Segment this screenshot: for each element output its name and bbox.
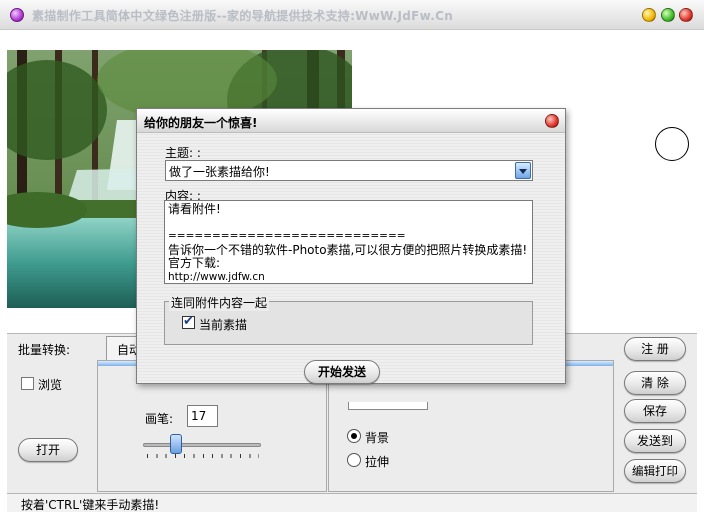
current-sketch-checkbox[interactable] — [182, 314, 195, 329]
send-to-button[interactable]: 发送到 — [624, 429, 686, 453]
content-line — [168, 217, 529, 231]
content-line: 告诉你一个不错的软件-Photo素描,可以很方便的把照片转换成素描! — [168, 242, 528, 257]
mode-dropdown[interactable] — [348, 402, 428, 410]
content-line: 官方下载: — [168, 256, 221, 270]
attachment-group-label: 连同附件内容一起 — [169, 294, 270, 311]
subject-select[interactable]: 做了一张素描给你! — [165, 160, 533, 181]
window-titlebar: 素描制作工具简体中文绿色注册版--家的导航提供技术支持:WwW.JdFw.Cn — [0, 0, 704, 30]
panel-header-strip — [566, 361, 613, 366]
save-button[interactable]: 保存 — [624, 399, 686, 423]
content-line: 请看附件! — [168, 202, 221, 216]
content-line: =========================== — [168, 230, 406, 242]
status-bar: 按着'CTRL'键来手动素描! — [7, 493, 697, 512]
open-button[interactable]: 打开 — [18, 438, 78, 462]
minimize-button[interactable] — [642, 8, 656, 22]
register-button[interactable]: 注 册 — [624, 337, 686, 361]
stretch-radio[interactable] — [347, 453, 361, 467]
content-line: http://www.jdfw.cn — [168, 270, 265, 283]
browse-label: 浏览 — [38, 378, 63, 392]
pen-size-slider[interactable] — [143, 443, 261, 447]
pen-size-input[interactable]: 17 — [187, 405, 218, 427]
close-button[interactable] — [679, 8, 693, 22]
dialog-close-button[interactable] — [545, 114, 559, 128]
batch-convert-label: 批量转换: — [18, 343, 71, 357]
slider-ticks — [147, 454, 259, 458]
window-title: 素描制作工具简体中文绿色注册版--家的导航提供技术支持:WwW.JdFw.Cn — [32, 9, 454, 23]
subject-value: 做了一张素描给你! — [169, 165, 270, 179]
background-radio-label: 背景 — [365, 431, 390, 445]
current-sketch-label: 当前素描 — [199, 318, 248, 332]
clear-button[interactable]: 清 除 — [624, 371, 686, 395]
app-orb-icon — [10, 8, 24, 22]
chevron-down-icon[interactable] — [515, 162, 531, 179]
stretch-radio-label: 拉伸 — [365, 455, 390, 469]
edit-print-button[interactable]: 编辑打印 — [624, 459, 686, 483]
send-to-friend-dialog: 给你的朋友一个惊喜! 主题: : 做了一张素描给你! 内容: : 请看附件! =… — [136, 108, 566, 384]
pen-size-label: 画笔: — [145, 412, 174, 426]
maximize-button[interactable] — [661, 8, 675, 22]
dialog-title: 给你的朋友一个惊喜! — [144, 116, 258, 130]
pen-size-slider-thumb[interactable] — [169, 434, 182, 454]
content-textarea[interactable]: 请看附件! =========================== 告诉你一个不… — [164, 200, 533, 284]
start-send-button[interactable]: 开始发送 — [304, 360, 380, 384]
background-radio[interactable] — [347, 429, 361, 443]
browse-checkbox[interactable] — [21, 377, 34, 390]
dialog-titlebar: 给你的朋友一个惊喜! — [137, 109, 565, 133]
brush-preview-circle — [655, 127, 689, 161]
subject-label: 主题: : — [165, 146, 201, 160]
